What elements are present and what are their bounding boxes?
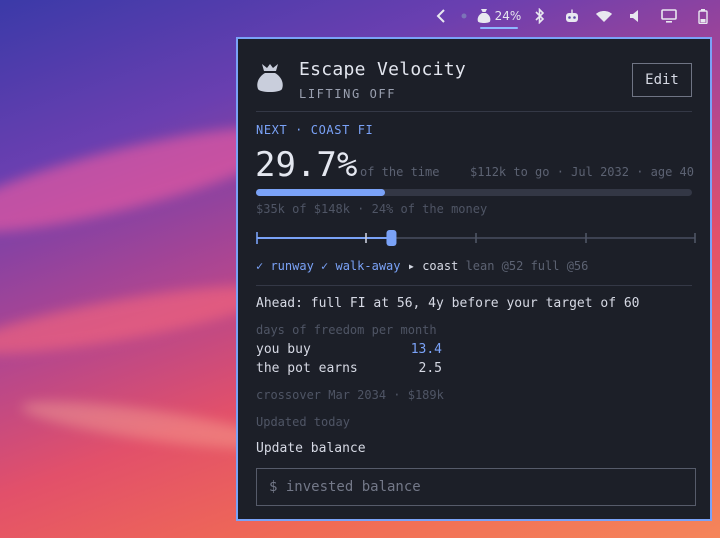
bluetooth-icon	[535, 8, 545, 24]
remaining-summary: $112k to go · Jul 2032 · age 40	[470, 165, 694, 179]
milestone-slider[interactable]	[256, 225, 696, 251]
update-balance-label: Update balance	[256, 441, 366, 456]
divider	[256, 111, 692, 112]
milestone-walkaway: ✓ walk-away	[321, 259, 401, 273]
stat-row: the pot earns 2.5	[256, 361, 442, 376]
chevron-left-icon	[436, 9, 445, 23]
wifi-tray[interactable]	[588, 0, 620, 32]
battery-percent: 24%	[494, 9, 522, 23]
stat-value: 13.4	[410, 342, 442, 357]
battery-icon	[698, 8, 708, 24]
stat-value: 2.5	[418, 361, 442, 376]
bluetooth-tray[interactable]	[524, 0, 556, 32]
next-milestone-label: NEXT · COAST FI	[256, 123, 374, 137]
progress-bar	[256, 189, 692, 196]
divider	[256, 285, 692, 286]
edit-button[interactable]: Edit	[632, 63, 692, 97]
popup-header: Escape Velocity LIFTING OFF Edit	[256, 57, 692, 113]
dot-icon	[461, 13, 467, 19]
progress-percent: 29.7%	[255, 145, 358, 185]
days-of-freedom-label: days of freedom per month	[256, 323, 437, 337]
display-tray[interactable]	[652, 0, 686, 32]
collapse-arrow[interactable]	[428, 0, 454, 32]
wifi-icon	[596, 11, 612, 22]
ahead-summary: Ahead: full FI at 56, 4y before your tar…	[256, 296, 640, 311]
milestone-upcoming: lean @52 full @56	[465, 259, 589, 273]
slider-thumb	[386, 230, 397, 246]
progress-percent-suffix: of the time	[360, 165, 440, 179]
stat-label: the pot earns	[256, 361, 358, 376]
milestone-runway: ✓ runway	[256, 259, 314, 273]
money-bag-icon	[477, 9, 491, 23]
popup-title: Escape Velocity	[299, 59, 467, 80]
progress-bar-fill	[256, 189, 386, 196]
robot-icon	[566, 9, 578, 22]
monitor-icon	[661, 9, 677, 23]
stat-label: you buy	[256, 342, 311, 357]
escape-velocity-popup: Escape Velocity LIFTING OFF Edit NEXT · …	[236, 37, 712, 521]
updated-status: Updated today	[256, 415, 350, 429]
money-bag-icon	[257, 64, 283, 92]
volume-tray[interactable]	[620, 0, 652, 32]
stat-row: you buy 13.4	[256, 342, 442, 357]
tray-hidden-icon[interactable]	[454, 0, 474, 32]
popup-subtitle: LIFTING OFF	[299, 87, 397, 101]
money-summary: $35k of $148k · 24% of the money	[256, 202, 488, 216]
assistant-tray[interactable]	[556, 0, 588, 32]
crossover-note: crossover Mar 2034 · $189k	[256, 388, 444, 402]
battery-tray[interactable]	[686, 0, 720, 32]
top-panel: 24%	[0, 0, 720, 32]
milestone-coast: ▸ coast	[407, 259, 459, 273]
invested-balance-input[interactable]	[256, 468, 696, 506]
escape-velocity-tray[interactable]: 24%	[474, 0, 524, 32]
milestone-list: ✓ runway ✓ walk-away ▸ coast lean @52 fu…	[256, 259, 588, 273]
volume-icon	[630, 10, 638, 22]
